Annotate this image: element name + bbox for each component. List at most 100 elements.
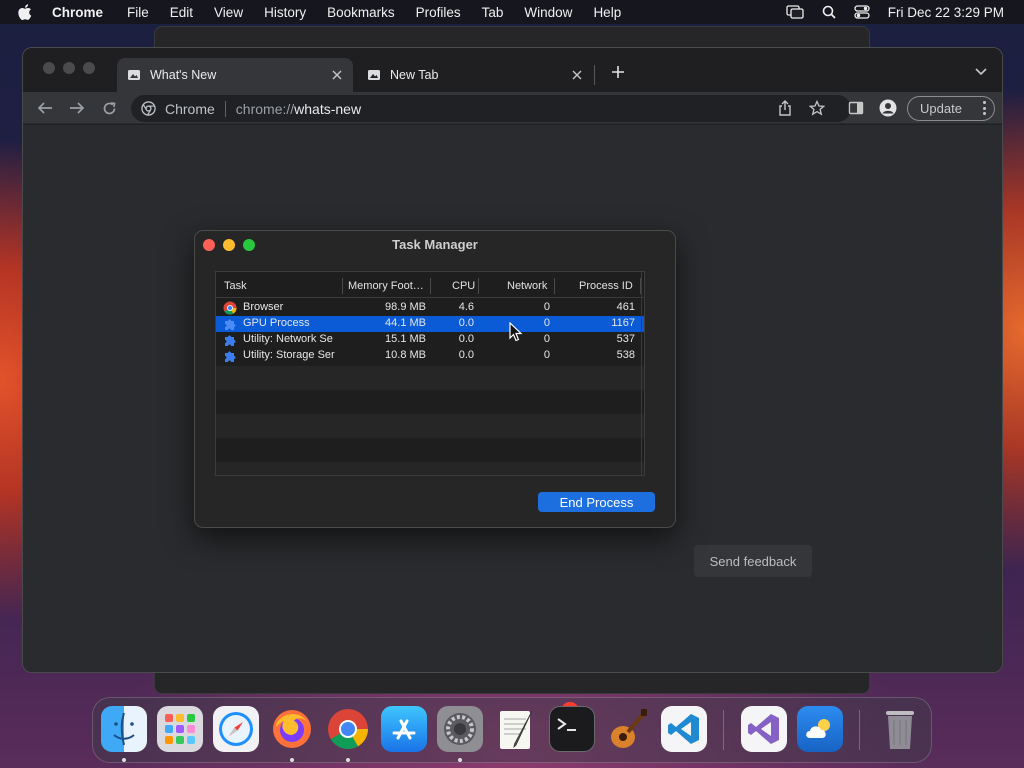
tab-favicon-icon	[127, 68, 141, 82]
control-center-icon[interactable]	[854, 5, 870, 19]
update-chrome-button[interactable]: Update	[907, 96, 995, 121]
apple-menu-icon[interactable]	[18, 4, 36, 20]
empty-row-stripe	[216, 414, 644, 438]
window-close-button[interactable]	[43, 62, 55, 74]
tab-divider	[594, 65, 595, 85]
col-divider	[342, 278, 343, 294]
address-divider	[224, 100, 226, 117]
menu-bar-clock[interactable]: Fri Dec 22 3:29 PM	[888, 5, 1004, 20]
menu-view[interactable]: View	[214, 5, 243, 20]
table-row[interactable]: Utility: Network Se 15.1 MB 0.0 0 537	[216, 332, 644, 348]
tab-search-chevron-icon[interactable]	[974, 65, 988, 79]
update-label: Update	[920, 101, 962, 116]
tab-title: New Tab	[390, 68, 439, 82]
task-name: GPU Process	[243, 317, 310, 329]
menu-bookmarks[interactable]: Bookmarks	[327, 5, 395, 20]
col-process-id[interactable]: Process ID	[579, 280, 633, 292]
task-name: Browser	[243, 301, 284, 313]
address-bar[interactable]: Chrome chrome://whats-new	[131, 95, 851, 122]
side-panel-icon[interactable]	[846, 98, 866, 118]
col-divider	[478, 278, 479, 294]
vscode-icon[interactable]	[661, 706, 707, 752]
table-scroll-edge	[641, 272, 642, 475]
cpu-value: 0.0	[458, 349, 474, 361]
back-arrow-icon[interactable]	[35, 98, 55, 118]
chrome-site-icon	[141, 101, 157, 117]
finder-icon[interactable]	[101, 706, 147, 752]
cpu-value: 0.0	[458, 333, 474, 345]
menu-help[interactable]: Help	[593, 5, 621, 20]
tab-close-icon[interactable]	[329, 67, 345, 83]
system-settings-icon[interactable]	[437, 706, 483, 752]
empty-row-stripe	[216, 366, 644, 390]
visual-studio-icon[interactable]	[741, 706, 787, 752]
memory-value: 15.1 MB	[385, 333, 426, 345]
dock-separator	[723, 710, 724, 750]
profile-avatar-icon[interactable]	[878, 98, 898, 118]
cpu-value: 0.0	[458, 317, 474, 329]
puzzle-icon	[223, 333, 237, 347]
launchpad-icon[interactable]	[157, 706, 203, 752]
chrome-icon	[223, 301, 237, 315]
pid-value: 1167	[611, 317, 635, 329]
memory-value: 10.8 MB	[385, 349, 426, 361]
cpu-value: 4.6	[458, 301, 474, 313]
col-network[interactable]: Network	[507, 280, 547, 292]
terminal-icon[interactable]	[549, 706, 595, 752]
safari-icon[interactable]	[213, 706, 259, 752]
tab-strip: What's New New Tab	[23, 48, 1002, 92]
running-indicator	[122, 758, 126, 762]
menu-profiles[interactable]: Profiles	[416, 5, 461, 20]
screen-mirroring-icon[interactable]	[786, 5, 804, 19]
app-menu[interactable]: Chrome	[52, 5, 103, 20]
tab-close-icon[interactable]	[569, 67, 585, 83]
chrome-menu-kebab-icon[interactable]	[982, 101, 986, 115]
new-tab-plus-icon[interactable]	[608, 62, 628, 82]
tm-title: Task Manager	[392, 237, 478, 252]
weather-icon[interactable]	[797, 706, 843, 752]
col-task[interactable]: Task	[224, 280, 247, 292]
trash-icon[interactable]	[877, 706, 923, 752]
reload-icon[interactable]	[99, 98, 119, 118]
chrome-app-icon[interactable]	[325, 706, 371, 752]
menu-bar: Chrome File Edit View History Bookmarks …	[0, 0, 1024, 24]
menu-tab[interactable]: Tab	[482, 5, 504, 20]
menu-file[interactable]: File	[127, 5, 149, 20]
textedit-icon[interactable]	[493, 706, 539, 752]
table-row[interactable]: Utility: Storage Ser 10.8 MB 0.0 0 538	[216, 348, 644, 364]
col-memory[interactable]: Memory Foot…	[348, 280, 424, 292]
table-header: Task Memory Foot… CPU Network Process ID	[216, 272, 644, 298]
col-divider	[554, 278, 555, 294]
menu-edit[interactable]: Edit	[170, 5, 193, 20]
table-row-selected[interactable]: GPU Process 44.1 MB 0.0 0 1167	[216, 316, 644, 332]
col-divider	[430, 278, 431, 294]
spotlight-search-icon[interactable]	[822, 5, 836, 19]
menu-window[interactable]: Window	[524, 5, 572, 20]
forward-arrow-icon[interactable]	[67, 98, 87, 118]
task-name: Utility: Network Se	[243, 333, 333, 345]
tab-whats-new[interactable]: What's New	[117, 58, 353, 92]
window-minimize-button[interactable]	[63, 62, 75, 74]
menu-history[interactable]: History	[264, 5, 306, 20]
share-icon[interactable]	[775, 98, 795, 118]
address-host: whats-new	[294, 100, 362, 117]
running-indicator	[290, 758, 294, 762]
network-value: 0	[543, 301, 550, 313]
app-store-icon[interactable]	[381, 706, 427, 752]
garageband-icon[interactable]	[605, 706, 651, 752]
bookmark-star-icon[interactable]	[807, 98, 827, 118]
memory-value: 44.1 MB	[385, 317, 426, 329]
col-cpu[interactable]: CPU	[452, 280, 475, 292]
table-row[interactable]: Browser 98.9 MB 4.6 0 461	[216, 300, 644, 316]
mouse-pointer-icon	[509, 321, 523, 342]
process-table: Task Memory Foot… CPU Network Process ID…	[215, 271, 645, 476]
window-zoom-button[interactable]	[83, 62, 95, 74]
send-feedback-button[interactable]: Send feedback	[694, 545, 812, 577]
address-scheme: chrome://	[235, 100, 295, 117]
pid-value: 538	[616, 349, 635, 361]
pid-value: 461	[616, 301, 635, 313]
puzzle-icon	[223, 317, 237, 331]
end-process-button[interactable]: End Process	[538, 492, 655, 512]
firefox-icon[interactable]	[269, 706, 315, 752]
tab-new-tab[interactable]: New Tab	[357, 58, 593, 92]
